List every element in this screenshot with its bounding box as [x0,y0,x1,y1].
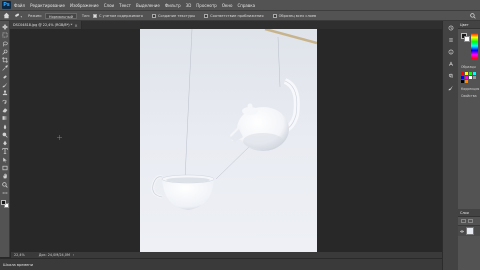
radio-indicator [93,13,98,18]
panel-spacer [458,99,480,209]
layers-panel-title: Слои [460,210,469,215]
hand-icon[interactable] [2,173,8,179]
menu-window[interactable]: Окно [222,3,233,8]
home-icon[interactable] [3,12,10,19]
properties-icon[interactable] [448,37,454,43]
menu-select[interactable]: Выделение [136,3,160,8]
type-proximity-radio[interactable]: Соответствие приближения [204,13,266,18]
radio-indicator [152,13,156,18]
swatch-grid[interactable] [458,70,480,85]
menu-type[interactable]: Текст [119,3,131,8]
menu-help[interactable]: Справка [237,3,255,8]
menu-layers[interactable]: Слои [104,3,114,8]
type-option-label: Создание текстуры [158,13,196,18]
crosshair-cursor-icon [57,135,62,140]
close-icon[interactable]: × [74,23,77,28]
layer-row-background[interactable] [458,225,480,236]
history-icon[interactable] [448,25,454,31]
mode-select[interactable]: Нормальный [44,12,77,19]
brush-settings-icon[interactable] [448,85,454,91]
marquee-icon[interactable] [2,32,8,38]
chevron-right-icon[interactable]: › [73,253,74,257]
quick-select-icon[interactable] [1,49,8,55]
eyedropper-icon[interactable] [1,65,8,72]
adjustments-label: Коррекция [461,86,480,91]
color-picker-area[interactable] [458,29,480,63]
sample-all-layers-label: Образец всех слоев [278,13,317,18]
color-swatches[interactable] [0,200,9,209]
gradient-icon[interactable] [2,115,8,121]
eraser-icon[interactable] [2,107,8,113]
properties-panel-tab[interactable]: Свойства [458,92,480,99]
layer-thumbnail [466,227,474,235]
photo-hanging-teapot-and-cup [140,29,317,252]
foreground-color-swatch[interactable] [0,200,6,206]
tab-strip [82,21,442,29]
collapsed-panels-strip [442,21,458,270]
color-panel-title: Цвет [460,22,469,27]
info-icon[interactable] [448,49,454,55]
blend-mode-select[interactable] [468,219,473,223]
menu-image[interactable]: Изображение [70,3,99,8]
zoom-icon[interactable] [1,181,8,188]
move-icon[interactable] [1,24,8,30]
hue-slider[interactable] [471,33,478,59]
timeline-label: Шкала времени [3,262,34,267]
dodge-icon[interactable] [2,132,8,138]
type-content-aware-radio[interactable]: С учетом содержимого [93,13,146,18]
tools-panel [0,21,10,257]
healing-brush-icon[interactable] [2,74,8,80]
color-panel-header[interactable]: Цвет [458,21,480,29]
crop-icon[interactable] [1,57,8,64]
zoom-level[interactable]: 22,4% [14,253,25,257]
path-select-icon[interactable] [2,157,8,163]
type-label: Тип: [81,13,91,18]
pen-icon[interactable] [2,140,8,146]
document-canvas[interactable] [140,29,317,252]
menu-file[interactable]: Файл [14,3,25,8]
timeline-panel[interactable]: Шкала времени [0,258,442,270]
panel-background-swatch[interactable] [464,36,470,42]
type-icon[interactable] [1,148,8,155]
checkbox-indicator [272,13,277,18]
layers-controls [458,217,480,225]
radio-indicator [204,13,209,18]
menu-filter[interactable]: Фильтр [165,3,181,8]
layers-panel-header[interactable]: Слои [458,209,480,217]
type-option-label: Соответствие приближения [210,13,264,18]
document-info: Док: 24,0M/24,0M [38,253,70,257]
canvas-workspace[interactable] [11,29,442,252]
spot-healing-brush-icon[interactable] [14,12,23,19]
rectangle-icon[interactable] [2,165,8,171]
document-tab[interactable]: DSC04818.jpg @ 22,4% (RGB/8*) * × [10,21,82,29]
history-brush-icon[interactable] [1,99,8,105]
properties-label: Свойства [461,93,477,98]
swatches-label: Образцы [461,64,476,69]
lasso-icon[interactable] [2,41,8,47]
menu-view[interactable]: Просмотр [196,3,217,8]
sample-all-layers-checkbox[interactable]: Образец всех слоев [272,13,320,18]
swatches-panel-tab[interactable]: Образцы [458,63,480,70]
options-bar: Режим: Нормальный Тип: С учетом содержим… [0,10,480,21]
menu-bar: Ps Файл Редактирование Изображение Слои … [0,0,480,10]
clone-stamp-icon[interactable] [2,90,8,96]
character-icon[interactable] [448,61,454,67]
paragraph-icon[interactable] [448,73,454,79]
blur-icon[interactable] [2,124,8,130]
type-texture-radio[interactable]: Создание текстуры [152,13,198,18]
mode-label: Режим: [28,13,42,18]
eye-icon[interactable] [460,230,464,233]
type-option-label: С учетом содержимого [99,13,143,18]
menu-edit[interactable]: Редактирование [30,3,65,8]
menu-3d[interactable]: 3D [186,3,192,8]
layer-filter-button[interactable] [461,219,466,223]
search-icon[interactable] [470,13,476,19]
document-tab-label: DSC04818.jpg @ 22,4% (RGB/8*) * [13,23,73,27]
brush-icon[interactable] [2,82,8,88]
adjustments-panel-tab[interactable]: Коррекция [458,85,480,92]
right-panels: Цвет Образцы Коррекция Свойства Слои [458,21,480,270]
more-tools-icon[interactable] [2,190,8,196]
photoshop-logo-icon: Ps [2,1,11,9]
